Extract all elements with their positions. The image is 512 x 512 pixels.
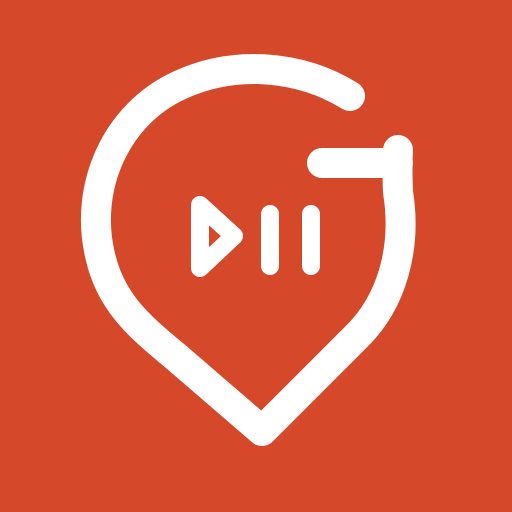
pause-icon-bar-left [261,205,279,275]
logo-svg [0,0,512,512]
app-icon [0,0,512,512]
pause-icon-bar-right [302,205,320,275]
